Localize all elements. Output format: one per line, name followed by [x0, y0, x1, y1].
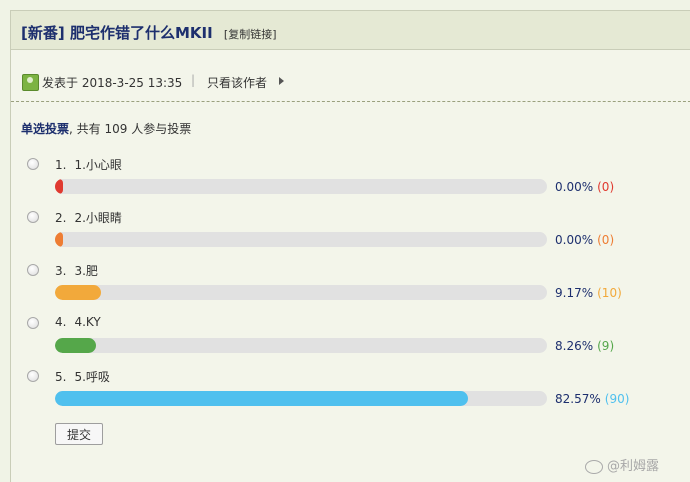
progress-fill [55, 179, 63, 194]
weibo-icon [585, 459, 603, 474]
submit-button[interactable]: 提交 [55, 423, 103, 445]
poll-option: 5. 5.呼吸 82.57% (90) [11, 370, 690, 420]
poll-option: 4. 4.KY 8.26% (9) [11, 315, 690, 367]
watermark-text: @利姆露 [607, 459, 660, 474]
radio-button[interactable] [27, 158, 39, 170]
radio-button[interactable] [27, 211, 39, 223]
progress-fill [55, 338, 96, 353]
summary-prefix: , 共有 [69, 122, 105, 136]
vote-count: (10) [597, 286, 622, 300]
option-text: 2.小眼睛 [74, 211, 122, 225]
option-text: 4.KY [74, 315, 101, 329]
vote-count: (9) [597, 339, 615, 353]
watermark: @利姆露 [585, 455, 659, 474]
progress-track [55, 285, 547, 300]
voter-count: 109 [104, 122, 128, 136]
vote-count: (90) [604, 392, 630, 406]
progress-track [55, 179, 547, 194]
page-title: [新番] 肥宅作错了什么MKII [复制链接] [21, 22, 277, 43]
vote-result: 0.00% (0) [555, 233, 614, 247]
user-online-icon [22, 74, 39, 91]
vote-percent: 9.17% [555, 286, 594, 300]
copy-link-button[interactable]: [复制链接] [224, 28, 277, 41]
meta-separator: | [191, 73, 196, 87]
option-label: 5. 5.呼吸 [55, 368, 110, 385]
summary-suffix: 人参与投票 [127, 122, 192, 136]
option-number: 4. [55, 315, 67, 329]
post-date: 发表于 2018-3-25 13:35 [42, 76, 183, 90]
progress-fill [55, 285, 101, 300]
progress-track [55, 338, 547, 353]
author-only-link[interactable]: 只看该作者 [207, 74, 267, 91]
poll-option: 2. 2.小眼睛 0.00% (0) [11, 211, 690, 261]
option-number: 1. [55, 158, 67, 172]
radio-button[interactable] [27, 317, 39, 329]
progress-fill [55, 391, 468, 406]
vote-result: 82.57% (90) [555, 392, 629, 406]
thread-tag[interactable]: [新番] [21, 24, 65, 42]
poll-type: 单选投票 [21, 122, 70, 136]
option-number: 2. [55, 211, 67, 225]
progress-fill [55, 232, 63, 247]
vote-count: (0) [597, 180, 615, 194]
poll-option: 3. 3.肥 9.17% (10) [11, 264, 690, 314]
vote-result: 8.26% (9) [555, 339, 614, 353]
vote-percent: 0.00% [555, 233, 594, 247]
forum-post: [新番] 肥宅作错了什么MKII [复制链接] 发表于 2018-3-25 13… [10, 10, 690, 482]
arrow-right-icon[interactable] [279, 77, 284, 85]
option-number: 3. [55, 264, 67, 278]
poll-option: 1. 1.小心眼 0.00% (0) [11, 158, 690, 208]
option-label: 4. 4.KY [55, 315, 101, 329]
thread-title: 肥宅作错了什么MKII [69, 24, 213, 42]
option-text: 5.呼吸 [74, 370, 110, 384]
option-label: 1. 1.小心眼 [55, 156, 122, 173]
progress-track [55, 232, 547, 247]
progress-track [55, 391, 547, 406]
title-bar: [新番] 肥宅作错了什么MKII [复制链接] [11, 11, 690, 50]
option-text: 1.小心眼 [74, 158, 122, 172]
vote-result: 0.00% (0) [555, 180, 614, 194]
vote-result: 9.17% (10) [555, 286, 622, 300]
vote-percent: 8.26% [555, 339, 594, 353]
option-label: 2. 2.小眼睛 [55, 209, 122, 226]
option-number: 5. [55, 370, 67, 384]
poll-summary: 单选投票, 共有 109 人参与投票 [21, 120, 191, 137]
vote-percent: 0.00% [555, 180, 594, 194]
radio-button[interactable] [27, 370, 39, 382]
post-meta: 发表于 2018-3-25 13:35 | 只看该作者 [11, 71, 690, 102]
vote-percent: 82.57% [555, 392, 601, 406]
option-label: 3. 3.肥 [55, 262, 98, 279]
radio-button[interactable] [27, 264, 39, 276]
option-text: 3.肥 [74, 264, 98, 278]
vote-count: (0) [597, 233, 615, 247]
